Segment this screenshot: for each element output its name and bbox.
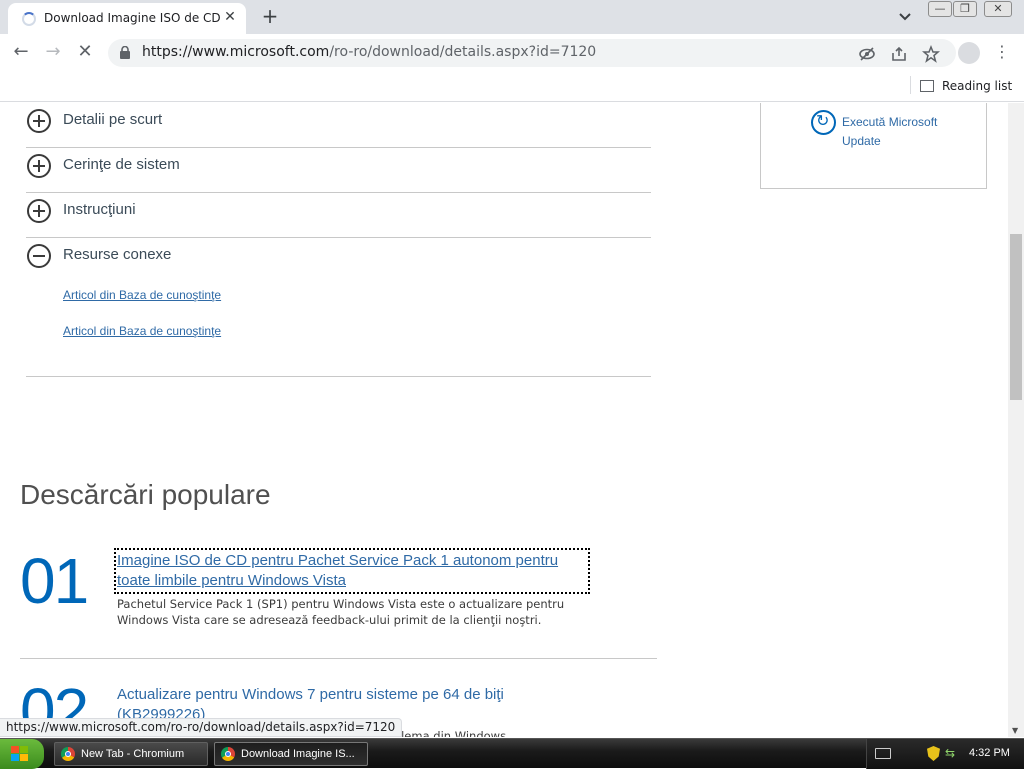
taskbar-item-label: New Tab - Chromium bbox=[81, 748, 185, 760]
tab-close-icon[interactable]: ✕ bbox=[222, 9, 238, 25]
microsoft-update-link[interactable]: Execută Microsoft Update bbox=[842, 113, 972, 151]
network-icon[interactable]: ⇆ bbox=[945, 746, 959, 760]
url-text: https://www.microsoft.com/ro-ro/download… bbox=[142, 44, 596, 60]
page-scrollbar[interactable]: ▼ bbox=[1008, 103, 1024, 737]
accordion-instructions[interactable]: Instrucţiuni bbox=[26, 193, 651, 238]
accordion-related-resources[interactable]: Resurse conexe bbox=[26, 238, 651, 377]
popular-item-description: problema din Windows bbox=[375, 729, 507, 737]
accordion-label: Instrucţiuni bbox=[63, 201, 136, 218]
reading-list-label: Reading list bbox=[942, 79, 1013, 93]
security-shield-icon[interactable] bbox=[927, 746, 940, 761]
bookmark-star-icon[interactable] bbox=[922, 45, 940, 63]
expand-plus-icon[interactable] bbox=[27, 154, 51, 178]
expand-plus-icon[interactable] bbox=[27, 199, 51, 223]
accordion-details[interactable]: Detalii pe scurt bbox=[26, 103, 651, 148]
tab-strip: Download Imagine ISO de CD p ✕ + — ❐ ✕ bbox=[0, 0, 1024, 34]
system-tray: ⇆ 4:32 PM bbox=[866, 739, 1024, 769]
clock[interactable]: 4:32 PM bbox=[969, 747, 1010, 759]
tab-title: Download Imagine ISO de CD p bbox=[44, 11, 224, 25]
minimize-button[interactable]: — bbox=[928, 1, 952, 17]
windows-flag-icon bbox=[11, 746, 28, 761]
scrollbar-thumb[interactable] bbox=[1010, 234, 1022, 400]
related-kb-link-2[interactable]: Articol din Baza de cunoştinţe bbox=[63, 324, 221, 338]
tab-search-chevron-icon[interactable] bbox=[896, 8, 914, 26]
taskbar-item-label: Download Imagine IS... bbox=[241, 748, 355, 760]
taskbar-item-download[interactable]: Download Imagine IS... bbox=[214, 742, 368, 766]
chromium-icon bbox=[61, 747, 75, 761]
accordion-label: Detalii pe scurt bbox=[63, 111, 163, 128]
back-button[interactable]: ← bbox=[8, 40, 34, 66]
profile-avatar-icon[interactable] bbox=[958, 42, 980, 64]
loading-spinner-icon bbox=[22, 12, 36, 26]
new-tab-button[interactable]: + bbox=[258, 5, 282, 29]
link-status-bubble: https://www.microsoft.com/ro-ro/download… bbox=[0, 718, 403, 737]
share-icon[interactable] bbox=[890, 45, 908, 63]
keyboard-icon[interactable] bbox=[875, 748, 891, 759]
browser-menu-icon[interactable]: ⋮ bbox=[994, 42, 1010, 62]
browser-tab-active[interactable]: Download Imagine ISO de CD p ✕ bbox=[8, 3, 246, 34]
popular-divider bbox=[20, 658, 657, 659]
restore-button[interactable]: ❐ bbox=[953, 1, 977, 17]
accordion-label: Cerinţe de sistem bbox=[63, 156, 180, 173]
popular-downloads-heading: Descărcări populare bbox=[20, 479, 271, 510]
accordion-system-requirements[interactable]: Cerinţe de sistem bbox=[26, 148, 651, 193]
bookmarks-bar: Reading list bbox=[0, 70, 1024, 102]
popular-rank-number: 01 bbox=[20, 545, 89, 617]
related-kb-link-1[interactable]: Articol din Baza de cunoştinţe bbox=[63, 288, 221, 302]
popular-item-title-link[interactable]: Imagine ISO de CD pentru Pachet Service … bbox=[114, 548, 590, 594]
url-path: /ro-ro/download/details.aspx?id=7120 bbox=[329, 44, 597, 60]
expand-plus-icon[interactable] bbox=[27, 109, 51, 133]
accordion-label: Resurse conexe bbox=[63, 246, 172, 263]
collapse-minus-icon[interactable] bbox=[27, 244, 51, 268]
reading-list-icon bbox=[920, 80, 934, 92]
eye-off-icon[interactable] bbox=[858, 45, 876, 63]
refresh-update-icon[interactable] bbox=[811, 110, 836, 135]
stop-loading-button[interactable]: ✕ bbox=[72, 40, 98, 66]
start-button[interactable] bbox=[0, 739, 44, 769]
forward-button[interactable]: → bbox=[40, 40, 66, 66]
bookmarks-separator bbox=[910, 76, 911, 94]
reading-list-button[interactable]: Reading list bbox=[920, 76, 1012, 96]
lock-icon[interactable] bbox=[120, 46, 130, 59]
os-taskbar: New Tab - Chromium Download Imagine IS..… bbox=[0, 738, 1024, 769]
browser-toolbar: ← → ✕ https://www.microsoft.com/ro-ro/do… bbox=[0, 34, 1024, 70]
url-host: https://www.microsoft.com bbox=[142, 44, 330, 60]
page-viewport: Detalii pe scurt Cerinţe de sistem Instr… bbox=[0, 103, 1008, 737]
scroll-down-arrow-icon[interactable]: ▼ bbox=[1012, 726, 1018, 735]
taskbar-item-new-tab[interactable]: New Tab - Chromium bbox=[54, 742, 208, 766]
popular-item-description: Pachetul Service Pack 1 (SP1) pentru Win… bbox=[117, 597, 565, 627]
chromium-icon bbox=[221, 747, 235, 761]
sidebar-box: Execută Microsoft Update bbox=[760, 103, 987, 189]
address-bar[interactable]: https://www.microsoft.com/ro-ro/download… bbox=[108, 39, 956, 67]
close-window-button[interactable]: ✕ bbox=[984, 1, 1012, 17]
